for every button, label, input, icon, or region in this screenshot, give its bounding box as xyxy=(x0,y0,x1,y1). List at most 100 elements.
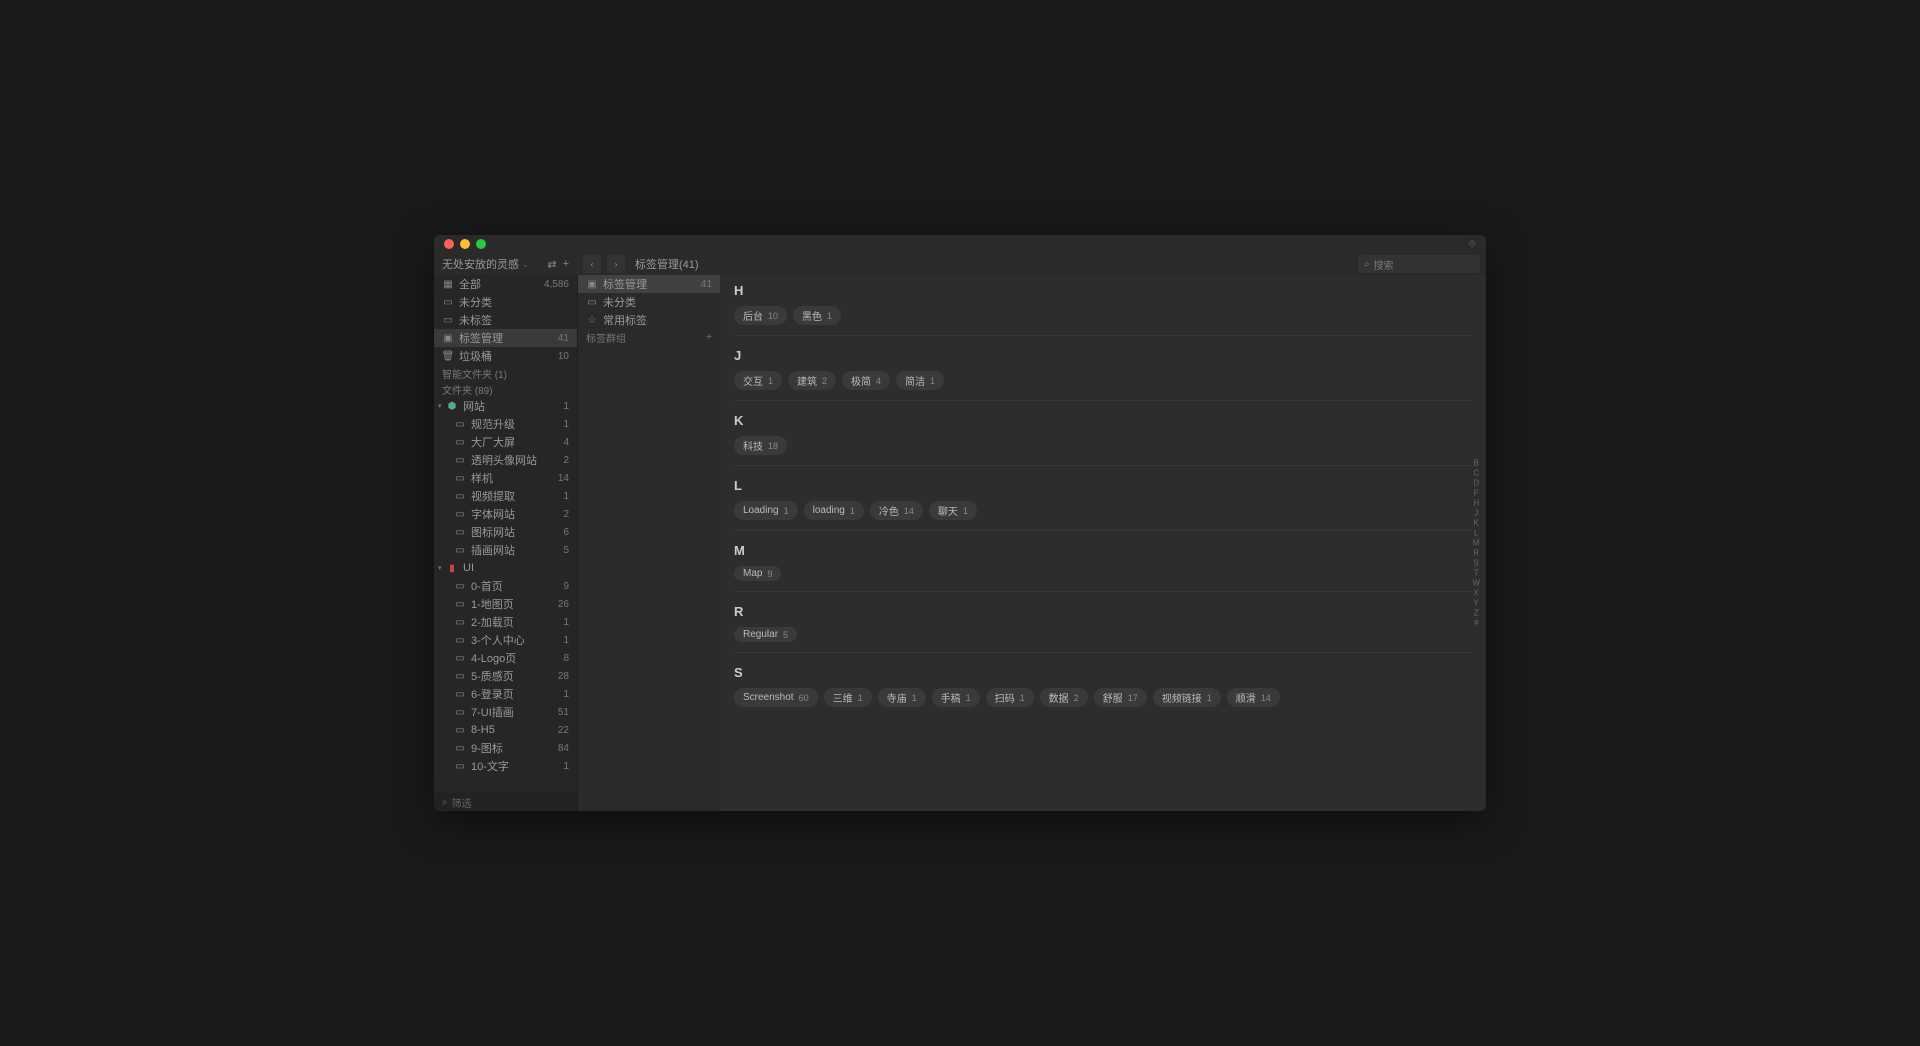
folder-label: 4-Logo页 xyxy=(471,650,563,666)
alpha-letter[interactable]: F xyxy=(1472,489,1480,498)
search-input[interactable]: ⌕ 搜索 xyxy=(1358,255,1480,273)
alpha-letter[interactable]: L xyxy=(1472,529,1480,538)
alpha-letter[interactable]: R xyxy=(1472,549,1480,558)
app-window: ⟐ 无处安放的灵感 ⌄ ⇄ + ‹ › 标签管理(41) ⌕ 搜索 ▦全部4,5… xyxy=(434,235,1486,811)
plus-icon[interactable]: + xyxy=(563,258,569,271)
tag-chip[interactable]: Map9 xyxy=(734,566,781,581)
tag-chip[interactable]: 科技18 xyxy=(734,436,787,455)
item-label: 未分类 xyxy=(459,294,569,310)
tag-chip[interactable]: 后台10 xyxy=(734,306,787,325)
folder-child[interactable]: ▭10-文字1 xyxy=(434,757,577,775)
tag-chip[interactable]: 舒服17 xyxy=(1094,688,1147,707)
folder-label: 视频提取 xyxy=(471,488,563,504)
folder-icon: ⬢ xyxy=(446,401,458,412)
maximize-icon[interactable] xyxy=(476,239,486,249)
tag-chip[interactable]: Loading1 xyxy=(734,501,798,520)
tag-chip[interactable]: 三维1 xyxy=(824,688,872,707)
folder-child[interactable]: ▭3-个人中心1 xyxy=(434,631,577,649)
folder-child[interactable]: ▭8-H522 xyxy=(434,721,577,739)
tag-chip[interactable]: Screenshot60 xyxy=(734,688,818,707)
disclosure-icon[interactable]: ▾ xyxy=(438,402,446,410)
folder-child[interactable]: ▭5-质感页28 xyxy=(434,667,577,685)
folder-child[interactable]: ▭大厂大屏4 xyxy=(434,433,577,451)
tag-chip[interactable]: 数据2 xyxy=(1040,688,1088,707)
nav-forward-button[interactable]: › xyxy=(607,255,625,273)
item-icon: ☆ xyxy=(586,315,598,326)
close-icon[interactable] xyxy=(444,239,454,249)
alpha-letter[interactable]: X xyxy=(1472,589,1480,598)
alpha-letter[interactable]: W xyxy=(1472,579,1480,588)
tag-chip[interactable]: 视频链接1 xyxy=(1153,688,1221,707)
tag-chip[interactable]: 手稿1 xyxy=(932,688,980,707)
item-label: 标签管理 xyxy=(459,330,558,346)
folder-child[interactable]: ▭图标网站6 xyxy=(434,523,577,541)
folder-child[interactable]: ▭7-UI插画51 xyxy=(434,703,577,721)
folder-child[interactable]: ▭视频提取1 xyxy=(434,487,577,505)
minimize-icon[interactable] xyxy=(460,239,470,249)
pin-icon[interactable]: ⟐ xyxy=(1468,239,1476,250)
folder-child[interactable]: ▭字体网站2 xyxy=(434,505,577,523)
folders-header[interactable]: 文件夹 (89) xyxy=(434,381,577,397)
alpha-letter[interactable]: C xyxy=(1472,469,1480,478)
tag-chip[interactable]: 黑色1 xyxy=(793,306,841,325)
tag-name: 三维 xyxy=(833,690,853,705)
alpha-letter[interactable]: Z xyxy=(1472,609,1480,618)
library-item[interactable]: ▭未标签 xyxy=(434,311,577,329)
folder-icon: ▭ xyxy=(454,617,466,628)
alpha-letter[interactable]: # xyxy=(1472,619,1480,628)
plus-icon[interactable]: + xyxy=(706,332,712,343)
tag-chip[interactable]: 交互1 xyxy=(734,371,782,390)
tag-chip[interactable]: 建筑2 xyxy=(788,371,836,390)
alpha-letter[interactable]: T xyxy=(1472,569,1480,578)
tag-nav-item[interactable]: ☆常用标签 xyxy=(578,311,720,329)
folder-child[interactable]: ▭样机14 xyxy=(434,469,577,487)
folder-child[interactable]: ▭透明头像网站2 xyxy=(434,451,577,469)
smart-folders-header[interactable]: 智能文件夹 (1) xyxy=(434,365,577,381)
tag-chip[interactable]: 扫码1 xyxy=(986,688,1034,707)
alpha-letter[interactable]: J xyxy=(1472,509,1480,518)
divider xyxy=(734,591,1472,592)
folder-child[interactable]: ▭1-地图页26 xyxy=(434,595,577,613)
tag-name: 顺滑 xyxy=(1236,690,1256,705)
alpha-letter[interactable]: D xyxy=(1472,479,1480,488)
tag-chip[interactable]: 顺滑14 xyxy=(1227,688,1280,707)
tag-chip[interactable]: 寺庙1 xyxy=(878,688,926,707)
alpha-letter[interactable]: B xyxy=(1472,459,1480,468)
alpha-letter[interactable]: S xyxy=(1472,559,1480,568)
tag-nav-item[interactable]: ▭未分类 xyxy=(578,293,720,311)
folder-child[interactable]: ▭规范升级1 xyxy=(434,415,577,433)
folder-child[interactable]: ▭9-图标84 xyxy=(434,739,577,757)
folder-count: 8 xyxy=(563,653,569,664)
alpha-letter[interactable]: M xyxy=(1472,539,1480,548)
alpha-letter[interactable]: Y xyxy=(1472,599,1480,608)
tag-chip[interactable]: loading1 xyxy=(804,501,864,520)
search-placeholder: 搜索 xyxy=(1374,257,1394,272)
tag-chip[interactable]: Regular5 xyxy=(734,627,797,642)
tag-chip[interactable]: 冷色14 xyxy=(870,501,923,520)
tag-count: 1 xyxy=(963,506,968,516)
library-item[interactable]: ▣标签管理41 xyxy=(434,329,577,347)
tag-chip[interactable]: 极简4 xyxy=(842,371,890,390)
tag-chip[interactable]: 简洁1 xyxy=(896,371,944,390)
folder-child[interactable]: ▭0-首页9 xyxy=(434,577,577,595)
folder-parent[interactable]: ▾▮UI xyxy=(434,559,577,577)
folder-child[interactable]: ▭4-Logo页8 xyxy=(434,649,577,667)
tag-nav-item[interactable]: ▣标签管理41 xyxy=(578,275,720,293)
library-item[interactable]: ▭未分类 xyxy=(434,293,577,311)
workspace-name[interactable]: 无处安放的灵感 xyxy=(442,256,519,272)
library-item[interactable]: 🗑垃圾桶10 xyxy=(434,347,577,365)
nav-back-button[interactable]: ‹ xyxy=(583,255,601,273)
folder-child[interactable]: ▭插画网站5 xyxy=(434,541,577,559)
folder-child[interactable]: ▭2-加载页1 xyxy=(434,613,577,631)
alpha-letter[interactable]: H xyxy=(1472,499,1480,508)
folder-icon: ▭ xyxy=(454,527,466,538)
alpha-letter[interactable]: K xyxy=(1472,519,1480,528)
folder-child[interactable]: ▭6-登录页1 xyxy=(434,685,577,703)
folder-parent[interactable]: ▾⬢网站1 xyxy=(434,397,577,415)
tag-chip[interactable]: 聊天1 xyxy=(929,501,977,520)
group-letter: J xyxy=(734,348,1472,363)
swap-icon[interactable]: ⇄ xyxy=(547,258,556,271)
disclosure-icon[interactable]: ▾ xyxy=(438,564,446,572)
library-item[interactable]: ▦全部4,586 xyxy=(434,275,577,293)
filter-input[interactable]: ⌕ 筛选 xyxy=(434,793,577,811)
